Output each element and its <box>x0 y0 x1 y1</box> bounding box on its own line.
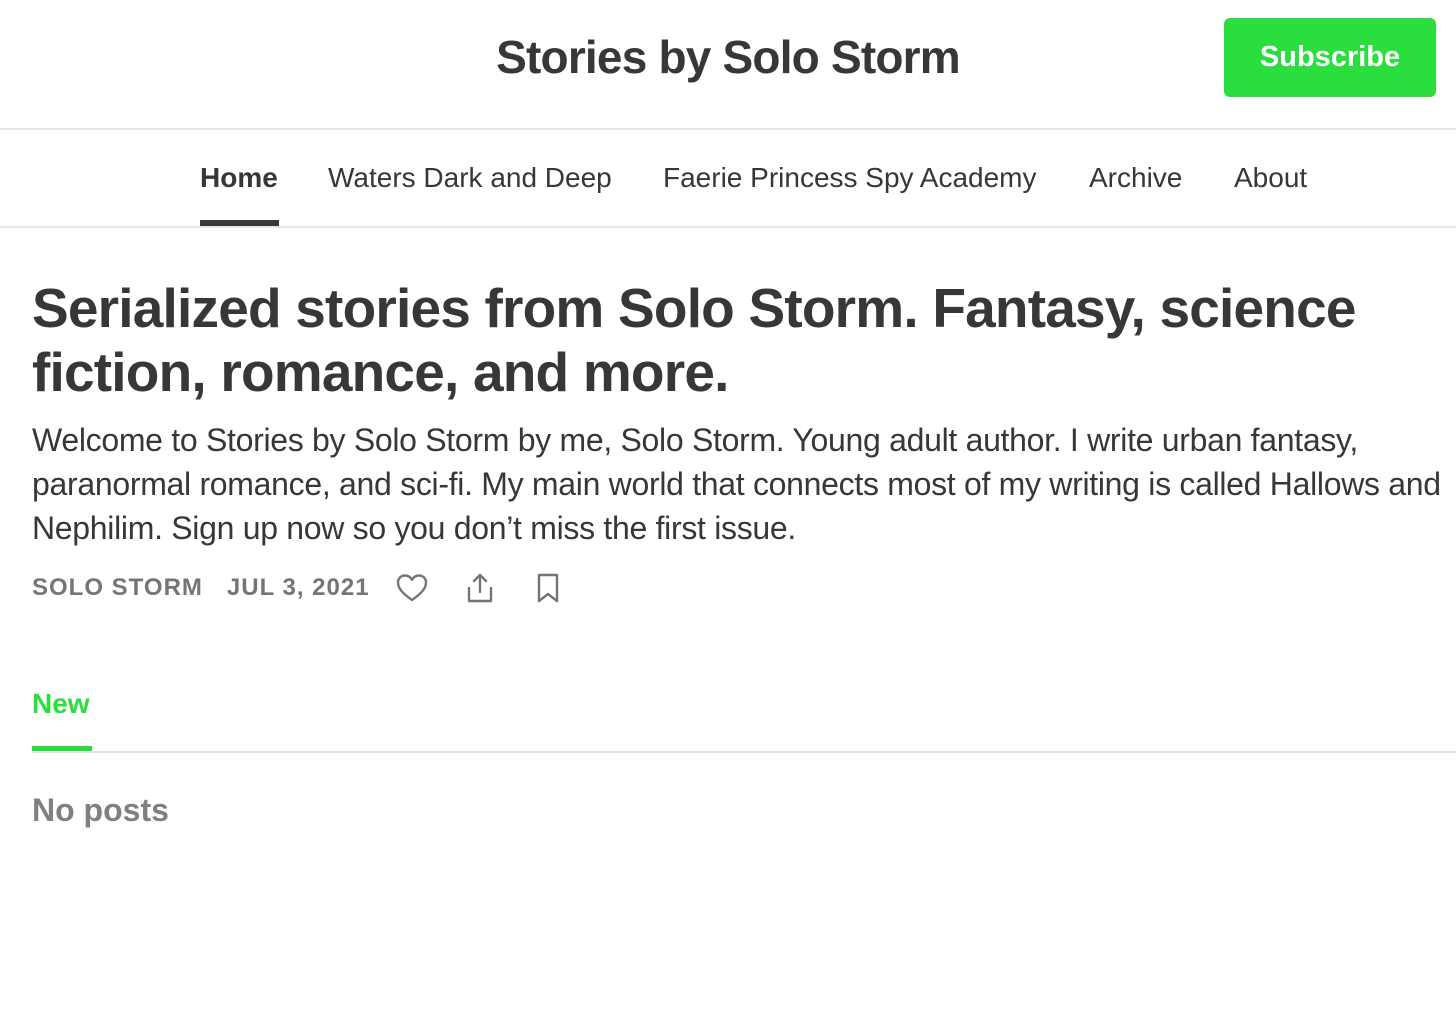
share-icon[interactable] <box>462 570 498 606</box>
post-author[interactable]: SOLO STORM <box>32 574 203 602</box>
bookmark-icon[interactable] <box>530 570 566 606</box>
main-nav: Home Waters Dark and Deep Faerie Princes… <box>0 132 1456 228</box>
empty-feed-message: No posts <box>32 792 169 828</box>
post-meta: SOLO STORM JUL 3, 2021 <box>32 568 566 608</box>
post-date: JUL 3, 2021 <box>226 574 370 601</box>
active-nav-indicator <box>200 220 279 226</box>
site-header: Stories by Solo Storm Subscribe <box>0 0 1456 130</box>
nav-item-archive[interactable]: Archive <box>1089 162 1182 194</box>
post-headline[interactable]: Serialized stories from Solo Storm. Fant… <box>32 276 1432 404</box>
nav-item-home[interactable]: Home <box>200 162 278 194</box>
tab-divider <box>32 751 1456 753</box>
heart-icon[interactable] <box>394 570 430 606</box>
subscribe-button[interactable]: Subscribe <box>1224 18 1436 97</box>
nav-item-waters-dark-and-deep[interactable]: Waters Dark and Deep <box>328 162 612 194</box>
tab-new[interactable]: New <box>32 688 90 720</box>
nav-item-about[interactable]: About <box>1234 162 1307 194</box>
nav-item-faerie-princess-spy-academy[interactable]: Faerie Princess Spy Academy <box>663 162 1037 194</box>
post-subtitle: Welcome to Stories by Solo Storm by me, … <box>32 422 1441 546</box>
